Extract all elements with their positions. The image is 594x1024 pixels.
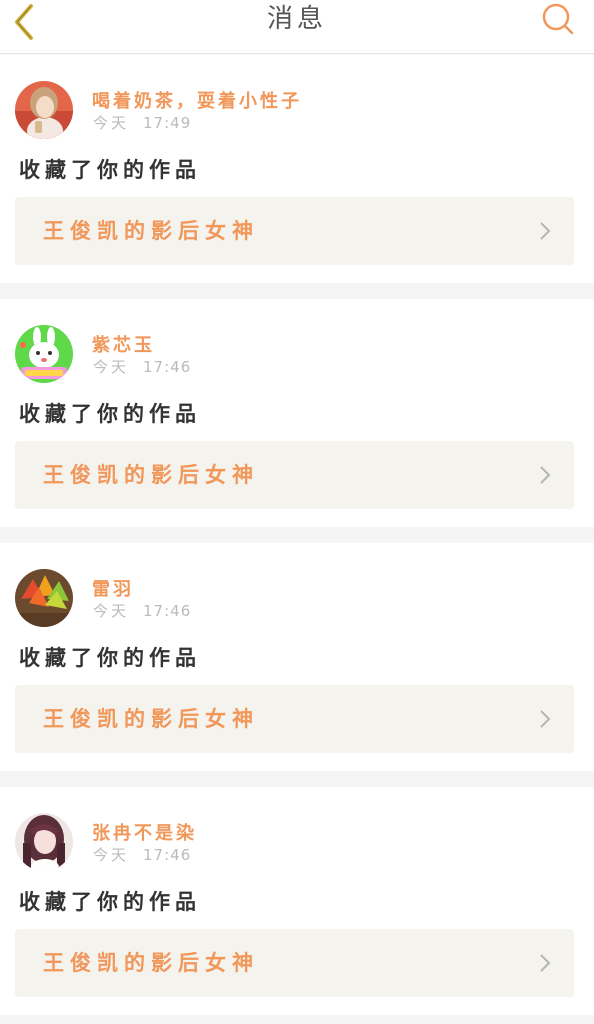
timestamp: 今天 17:46 — [93, 602, 192, 620]
avatar-girl-photo-icon — [15, 81, 73, 139]
username[interactable]: 紫芯玉 — [92, 331, 155, 357]
username[interactable]: 张冉不是染 — [92, 819, 197, 845]
avatar-anime-girl-icon — [15, 813, 73, 871]
avatar[interactable] — [15, 325, 73, 383]
search-icon — [542, 3, 574, 35]
message-card: 喝着奶茶，耍着小性子 今天 17:49 收藏了你的作品 王俊凯的影后女神 — [0, 55, 594, 283]
timestamp: 今天 17:49 — [93, 114, 192, 132]
timestamp: 今天 17:46 — [93, 846, 192, 864]
work-title: 王俊凯的影后女神 — [43, 951, 259, 975]
timestamp: 今天 17:46 — [93, 358, 192, 376]
action-text: 收藏了你的作品 — [19, 402, 201, 426]
avatar-bunny-cartoon-icon — [15, 325, 73, 383]
action-text: 收藏了你的作品 — [19, 646, 201, 670]
username[interactable]: 雷羽 — [92, 575, 134, 601]
page-title: 消息 — [266, 4, 327, 34]
action-text: 收藏了你的作品 — [19, 890, 201, 914]
avatar[interactable] — [15, 569, 73, 627]
work-link[interactable]: 王俊凯的影后女神 — [15, 685, 574, 753]
avatar[interactable] — [15, 81, 73, 139]
avatar-autumn-leaves-icon — [15, 569, 73, 627]
message-card: 雷羽 今天 17:46 收藏了你的作品 王俊凯的影后女神 — [0, 543, 594, 771]
work-link[interactable]: 王俊凯的影后女神 — [15, 441, 574, 509]
chevron-right-icon — [540, 954, 551, 972]
messages-screen: 消息 喝着奶茶，耍着小性子 今天 17:49 收藏了你的作品 王俊凯的影后女神 … — [0, 0, 594, 1024]
work-link[interactable]: 王俊凯的影后女神 — [15, 197, 574, 265]
chevron-right-icon — [540, 466, 551, 484]
chevron-right-icon — [540, 710, 551, 728]
search-button[interactable] — [536, 0, 580, 38]
work-title: 王俊凯的影后女神 — [43, 463, 259, 487]
username[interactable]: 喝着奶茶，耍着小性子 — [92, 87, 302, 113]
message-card: 张冉不是染 今天 17:46 收藏了你的作品 王俊凯的影后女神 — [0, 787, 594, 1015]
avatar[interactable] — [15, 813, 73, 871]
action-text: 收藏了你的作品 — [19, 158, 201, 182]
message-card: 紫芯玉 今天 17:46 收藏了你的作品 王俊凯的影后女神 — [0, 299, 594, 527]
top-bar: 消息 — [0, 0, 594, 54]
work-link[interactable]: 王俊凯的影后女神 — [15, 929, 574, 997]
work-title: 王俊凯的影后女神 — [43, 707, 259, 731]
chevron-right-icon — [540, 222, 551, 240]
work-title: 王俊凯的影后女神 — [43, 219, 259, 243]
